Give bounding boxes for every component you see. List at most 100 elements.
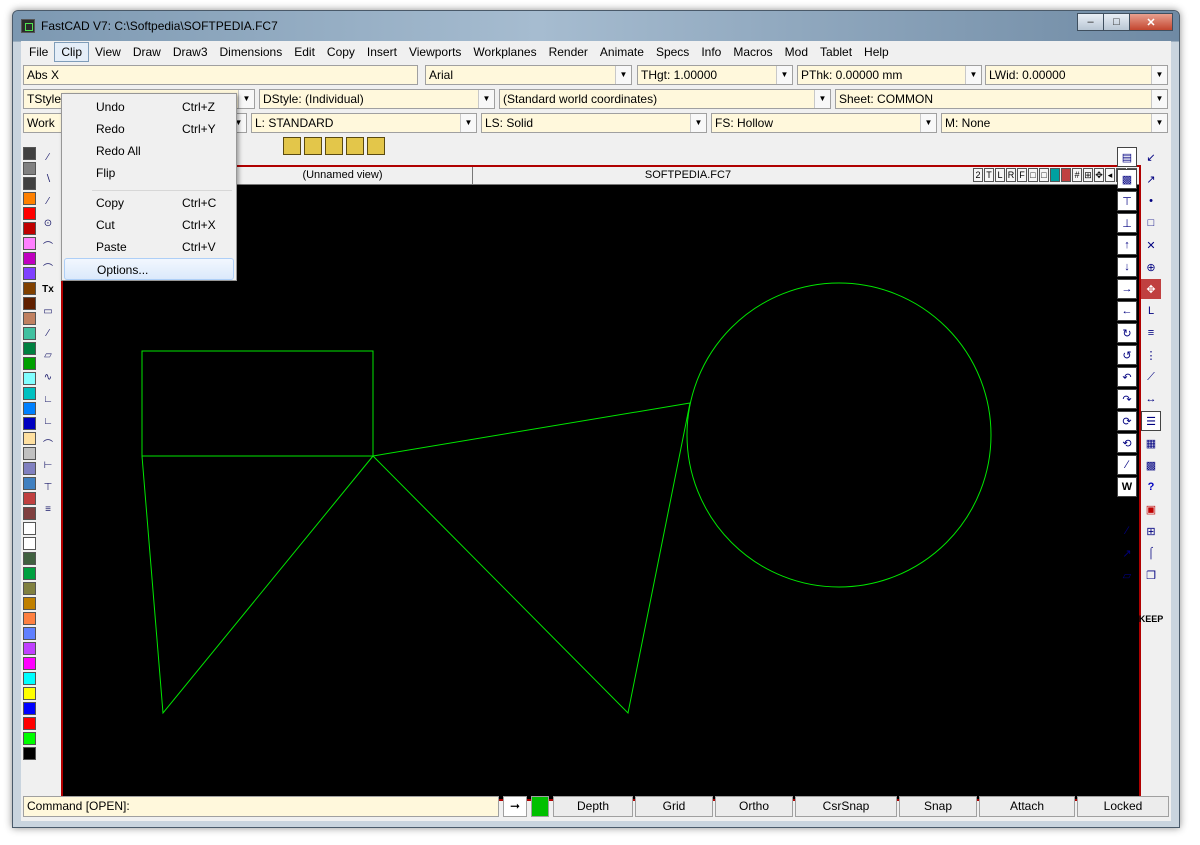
undo-view-icon[interactable]: ↶: [1117, 367, 1137, 387]
vp-minimize-icon[interactable]: ◂: [1105, 168, 1115, 182]
menu-specs[interactable]: Specs: [650, 43, 695, 61]
menu-file[interactable]: File: [23, 43, 54, 61]
drawn-circle[interactable]: [686, 282, 992, 588]
menu-viewports[interactable]: Viewports: [403, 43, 467, 61]
render-icon[interactable]: ▣: [1141, 499, 1161, 519]
menu-tablet[interactable]: Tablet: [814, 43, 858, 61]
rotate-cw-icon[interactable]: ↻: [1117, 323, 1137, 343]
snap-button[interactable]: Snap: [899, 796, 977, 817]
color-swatch[interactable]: [23, 312, 36, 325]
vp-zoom-icon[interactable]: ⊞: [1083, 168, 1093, 182]
depth-button[interactable]: Depth: [553, 796, 633, 817]
color-swatch[interactable]: [23, 417, 36, 430]
vp-button-right[interactable]: R: [1006, 168, 1016, 182]
measure-icon[interactable]: ↔: [1141, 389, 1161, 409]
color-swatch[interactable]: [23, 342, 36, 355]
fastcad-app-icon[interactable]: [21, 19, 35, 33]
csrsnap-button[interactable]: CsrSnap: [795, 796, 897, 817]
menu-item-redo[interactable]: Redo Ctrl+Y: [64, 118, 234, 140]
color-swatch[interactable]: [23, 372, 36, 385]
color-swatch[interactable]: [23, 687, 36, 700]
polyline-tool-icon[interactable]: ∖: [39, 169, 57, 189]
ellipse-arc-tool-icon[interactable]: ⌒: [39, 433, 57, 453]
maximize-button[interactable]: □: [1103, 13, 1130, 31]
printer-setup-icon[interactable]: [325, 137, 343, 155]
vp-button-front[interactable]: F: [1017, 168, 1027, 182]
color-swatch[interactable]: [23, 702, 36, 715]
dimension-tool-icon[interactable]: ⊢: [39, 455, 57, 475]
grid-button[interactable]: Grid: [635, 796, 713, 817]
vp-grid-icon[interactable]: #: [1072, 168, 1082, 182]
color-swatch[interactable]: [23, 612, 36, 625]
line-tool-icon[interactable]: ∕: [39, 147, 57, 167]
color-swatch[interactable]: [23, 177, 36, 190]
color-swatch[interactable]: [23, 222, 36, 235]
fillet-tool-icon[interactable]: ∟: [39, 389, 57, 409]
view-bottom-icon[interactable]: ⊥: [1117, 213, 1137, 233]
color-swatch[interactable]: [23, 672, 36, 685]
vp-move-icon[interactable]: ✥: [1094, 168, 1104, 182]
color-swatch[interactable]: [23, 627, 36, 640]
color-swatch[interactable]: [23, 282, 36, 295]
title-bar[interactable]: FastCAD V7: C:\Softpedia\SOFTPEDIA.FC7 –…: [13, 11, 1179, 41]
color-swatch[interactable]: [23, 207, 36, 220]
current-color-swatch[interactable]: [531, 796, 549, 817]
menu-copy[interactable]: Copy: [321, 43, 361, 61]
dimension-style-select[interactable]: DStyle: (Individual) ▼: [259, 89, 495, 109]
arrow-up-icon[interactable]: ↑: [1117, 235, 1137, 255]
color-swatch[interactable]: [23, 732, 36, 745]
drawn-left-triangle[interactable]: [141, 455, 374, 715]
color-swatch[interactable]: [23, 387, 36, 400]
drawn-connector-line[interactable]: [372, 402, 691, 457]
color-swatch[interactable]: [23, 432, 36, 445]
arrow-left-icon[interactable]: ←: [1117, 301, 1137, 321]
text-height-select[interactable]: THgt: 1.00000 ▼: [637, 65, 793, 85]
point-tool-icon[interactable]: ⊙: [39, 213, 57, 233]
color-swatch[interactable]: [23, 147, 36, 160]
color-swatch[interactable]: [23, 657, 36, 670]
vp-layers-icon[interactable]: □: [1039, 168, 1049, 182]
clipboard-icon[interactable]: [283, 137, 301, 155]
menu-insert[interactable]: Insert: [361, 43, 403, 61]
color-swatch[interactable]: [23, 462, 36, 475]
menu-item-redo-all[interactable]: Redo All: [64, 140, 234, 162]
color-swatch[interactable]: [23, 522, 36, 535]
fill-style-select[interactable]: FS: Hollow ▼: [711, 113, 937, 133]
menu-item-cut[interactable]: Cut Ctrl+X: [64, 214, 234, 236]
color-swatch[interactable]: [23, 252, 36, 265]
menu-draw[interactable]: Draw: [127, 43, 167, 61]
lines-icon[interactable]: ≡: [1141, 323, 1161, 343]
attach-button[interactable]: Attach: [979, 796, 1075, 817]
grid-colors-icon[interactable]: ▦: [1141, 433, 1161, 453]
menu-info[interactable]: Info: [695, 43, 727, 61]
layers-icon[interactable]: ▤: [1117, 147, 1137, 167]
color-swatch[interactable]: [23, 642, 36, 655]
color-swatch[interactable]: [23, 162, 36, 175]
layer-select[interactable]: L: STANDARD ▼: [251, 113, 477, 133]
hatch-icon[interactable]: ⟋: [1141, 367, 1161, 387]
line-width-select[interactable]: LWid: 0.00000 ▼: [985, 65, 1168, 85]
color-swatch[interactable]: [23, 447, 36, 460]
abs-coordinate-field[interactable]: Abs X: [23, 65, 418, 85]
zoom-icon[interactable]: ⊕: [1141, 257, 1161, 277]
copy-layers-icon[interactable]: ❐: [1141, 565, 1161, 585]
color-swatch[interactable]: [23, 582, 36, 595]
font-select[interactable]: Arial ▼: [425, 65, 632, 85]
view-top-icon[interactable]: ⊤: [1117, 191, 1137, 211]
vp-button-left[interactable]: L: [995, 168, 1005, 182]
ortho-button[interactable]: Ortho: [715, 796, 793, 817]
properties-icon[interactable]: ▩: [1117, 169, 1137, 189]
menu-clip[interactable]: Clip: [54, 42, 90, 62]
menu-mod[interactable]: Mod: [779, 43, 814, 61]
color-swatch[interactable]: [23, 327, 36, 340]
rotate-ccw-icon[interactable]: ↺: [1117, 345, 1137, 365]
spline-tool-icon[interactable]: ∿: [39, 367, 57, 387]
pen-thickness-select[interactable]: PThk: 0.00000 mm ▼: [797, 65, 982, 85]
line-draw-icon[interactable]: ∕: [1117, 521, 1137, 541]
menu-item-paste[interactable]: Paste Ctrl+V: [64, 236, 234, 258]
arrow-right-icon[interactable]: →: [1117, 279, 1137, 299]
w-icon[interactable]: W: [1117, 477, 1137, 497]
plot-icon[interactable]: [346, 137, 364, 155]
corner-tool-icon[interactable]: ∟: [39, 411, 57, 431]
orbit-reverse-icon[interactable]: ⟲: [1117, 433, 1137, 453]
